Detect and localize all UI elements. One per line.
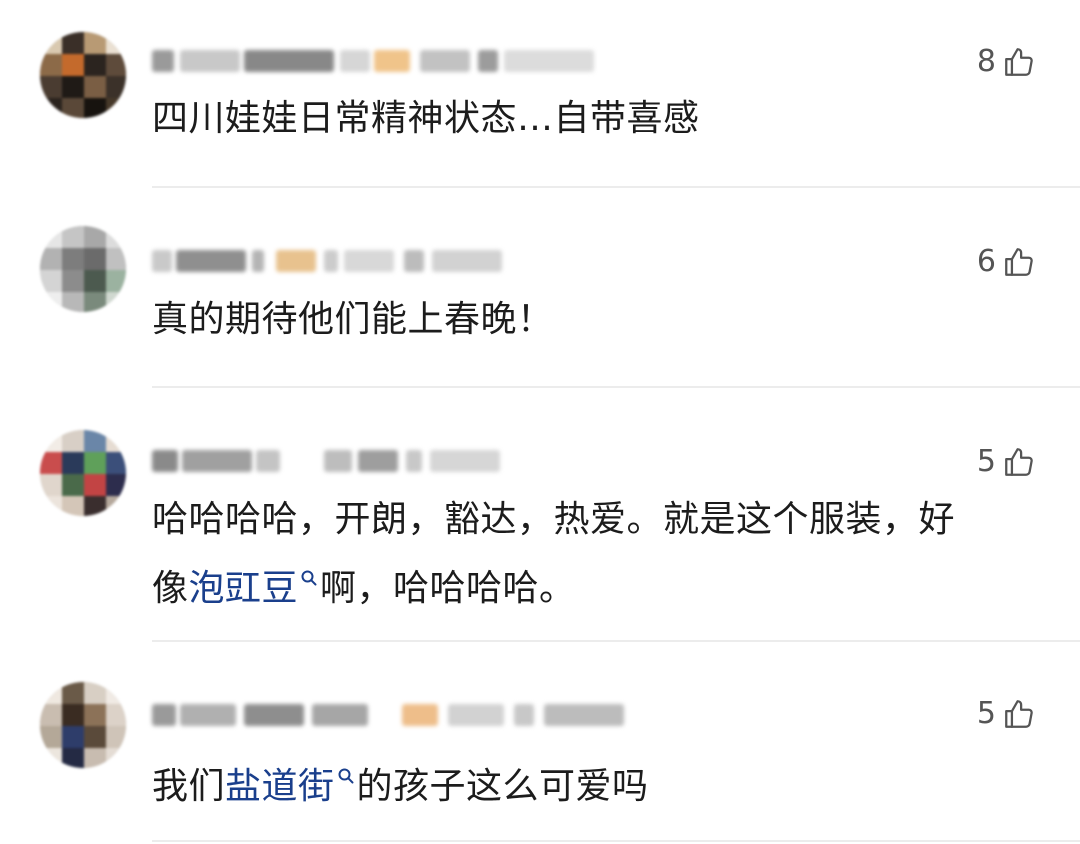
comment-text: 真的期待他们能上春晚！ bbox=[152, 299, 554, 340]
thumbs-up-icon bbox=[1002, 245, 1036, 279]
comment-text: 我们盐道街 的孩子这么可爱吗 bbox=[152, 746, 1042, 815]
username-redacted[interactable] bbox=[152, 700, 624, 730]
comment-item: 5 我们盐道街 的孩子这么可爱吗 bbox=[0, 642, 1080, 844]
avatar[interactable] bbox=[40, 32, 126, 118]
thumbs-up-icon bbox=[1002, 45, 1036, 79]
search-icon[interactable] bbox=[300, 548, 318, 604]
thumbs-up-icon bbox=[1002, 697, 1036, 731]
text-span: 像 bbox=[152, 568, 189, 609]
text-span: 的孩子这么可爱吗 bbox=[356, 766, 649, 807]
comment-line: 像泡豇豆 啊，哈哈哈哈。 bbox=[152, 548, 1042, 617]
topic-link[interactable]: 盐道街 bbox=[225, 766, 335, 807]
avatar[interactable] bbox=[40, 430, 126, 516]
like-count: 5 bbox=[976, 444, 996, 479]
text-span: 我们 bbox=[152, 766, 226, 807]
like-count: 5 bbox=[976, 696, 996, 731]
like-button[interactable]: 5 bbox=[977, 444, 1036, 480]
like-button[interactable]: 5 bbox=[977, 696, 1036, 732]
like-count: 6 bbox=[976, 244, 996, 279]
username-redacted[interactable] bbox=[152, 246, 612, 276]
comment-item: 8 四川娃娃日常精神状态…自带喜感 bbox=[0, 0, 1080, 188]
avatar[interactable] bbox=[40, 682, 126, 768]
topic-link[interactable]: 泡豇豆 bbox=[189, 568, 299, 609]
comment-text: 哈哈哈哈，开朗，豁达，热爱。就是这个服装，好 像泡豇豆 啊，哈哈哈哈。 bbox=[152, 492, 1042, 617]
like-count: 8 bbox=[976, 44, 996, 79]
search-icon[interactable] bbox=[337, 746, 355, 802]
divider bbox=[152, 840, 1080, 842]
like-button[interactable]: 6 bbox=[977, 244, 1036, 280]
like-button[interactable]: 8 bbox=[977, 44, 1036, 80]
comment-text: 四川娃娃日常精神状态…自带喜感 bbox=[152, 98, 700, 139]
comment-item: 5 哈哈哈哈，开朗，豁达，热爱。就是这个服装，好 像泡豇豆 啊，哈哈哈哈。 bbox=[0, 388, 1080, 642]
avatar[interactable] bbox=[40, 226, 126, 312]
text-span: 啊，哈哈哈哈。 bbox=[320, 568, 576, 609]
username-redacted[interactable] bbox=[152, 446, 612, 476]
thumbs-up-icon bbox=[1002, 445, 1036, 479]
comment-line: 哈哈哈哈，开朗，豁达，热爱。就是这个服装，好 bbox=[152, 499, 956, 540]
comment-item: 6 真的期待他们能上春晚！ bbox=[0, 188, 1080, 388]
username-redacted[interactable] bbox=[152, 46, 612, 76]
